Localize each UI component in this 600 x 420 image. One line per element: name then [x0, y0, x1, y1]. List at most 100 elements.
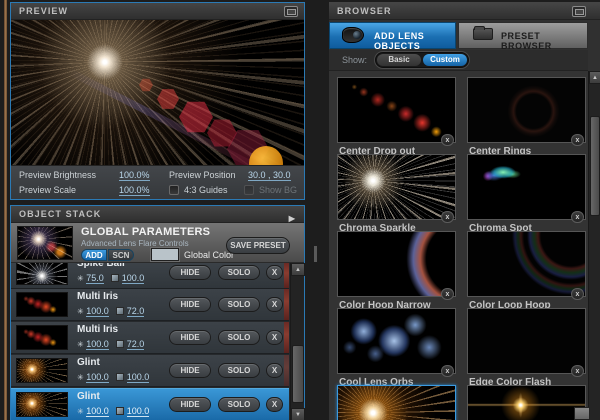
- remove-thumb-button[interactable]: x: [441, 288, 454, 300]
- brightness-value[interactable]: 100.0: [86, 306, 109, 317]
- flare-preview-canvas[interactable]: [11, 20, 304, 165]
- delete-button[interactable]: X: [266, 363, 283, 378]
- delete-button[interactable]: X: [266, 265, 283, 280]
- guides-label: 4:3 Guides: [184, 185, 228, 195]
- host-app-edge: [4, 0, 7, 420]
- remove-thumb-button[interactable]: x: [571, 211, 584, 223]
- stack-row-thumbnail: [16, 358, 68, 383]
- stack-row-name: Multi Iris: [77, 291, 118, 302]
- stack-row[interactable]: Glint ✳ 100.0 100.0 HIDE SOLO X: [11, 355, 289, 387]
- show-custom-button[interactable]: Custom: [423, 54, 467, 66]
- stack-row[interactable]: Multi Iris ✳ 100.0 72.0 HIDE SOLO X: [11, 322, 289, 354]
- scale-icon: [111, 274, 119, 282]
- scn-mode-button[interactable]: SCN: [108, 249, 134, 261]
- hide-button[interactable]: HIDE: [169, 265, 211, 280]
- lens-object-thumbnail[interactable]: x: [337, 231, 456, 297]
- global-parameters-subtitle: Advanced Lens Flare Controls: [81, 239, 189, 248]
- stack-row-values: ✳ 100.0 72.0: [77, 306, 144, 316]
- global-parameters-section: GLOBAL PARAMETERS Advanced Lens Flare Co…: [11, 223, 304, 263]
- remove-thumb-button[interactable]: x: [441, 211, 454, 223]
- browser-scrollbar[interactable]: ▲: [588, 71, 600, 420]
- object-stack-list: Spike Ball ✳ 75.0 100.0 HIDE SOLO X Mult…: [11, 263, 304, 420]
- show-basic-button[interactable]: Basic: [377, 54, 421, 66]
- popout-window-icon[interactable]: [572, 6, 586, 17]
- panel-divider-handle[interactable]: [314, 246, 317, 262]
- lens-object-thumbnail[interactable]: x: [337, 308, 456, 374]
- preview-brightness-value[interactable]: 100.0%: [119, 170, 150, 181]
- brightness-icon: ✳: [77, 373, 84, 382]
- stack-row-thumbnail: [16, 325, 68, 350]
- stack-row-values: ✳ 100.0 72.0: [77, 339, 144, 349]
- solo-button[interactable]: SOLO: [218, 363, 260, 378]
- scale-icon: [116, 307, 124, 315]
- remove-thumb-button[interactable]: x: [441, 365, 454, 377]
- scrollbar-corner[interactable]: [574, 407, 590, 420]
- lens-object-thumbnail[interactable]: [467, 385, 586, 420]
- scale-value[interactable]: 72.0: [127, 306, 145, 317]
- remove-thumb-button[interactable]: x: [571, 365, 584, 377]
- global-color-swatch[interactable]: [151, 248, 179, 261]
- brightness-value[interactable]: 100.0: [86, 406, 109, 417]
- brightness-value[interactable]: 100.0: [86, 372, 109, 383]
- save-preset-button[interactable]: SAVE PRESET: [226, 237, 290, 254]
- stack-scrollbar[interactable]: ▲ ▼: [290, 263, 304, 420]
- remove-thumb-button[interactable]: x: [571, 288, 584, 300]
- tab-label: PRESET BROWSER: [501, 31, 587, 51]
- brightness-value[interactable]: 100.0: [86, 339, 109, 350]
- solo-button[interactable]: SOLO: [218, 297, 260, 312]
- guides-checkbox[interactable]: [169, 185, 179, 195]
- tab-preset-browser[interactable]: PRESET BROWSER: [458, 22, 588, 49]
- scale-value[interactable]: 72.0: [127, 339, 145, 350]
- lens-object-thumbnail[interactable]: x: [337, 154, 456, 220]
- show-bg-checkbox[interactable]: [244, 185, 254, 195]
- brightness-icon: ✳: [77, 274, 84, 283]
- object-stack-header: OBJECT STACK ▶: [11, 206, 304, 223]
- stack-row[interactable]: Multi Iris ✳ 100.0 72.0 HIDE SOLO X: [11, 289, 289, 321]
- stack-row-values: ✳ 75.0 100.0: [77, 273, 144, 283]
- stack-row-selected[interactable]: Glint ✳ 100.0 100.0 HIDE SOLO X: [11, 388, 289, 420]
- lens-object-thumbnail[interactable]: x: [467, 231, 586, 297]
- lens-object-thumbnail[interactable]: x: [467, 154, 586, 220]
- preview-title: PREVIEW: [19, 6, 68, 16]
- add-mode-button[interactable]: ADD: [81, 249, 107, 261]
- scroll-up-icon[interactable]: ▲: [291, 263, 305, 276]
- lens-object-thumbnail[interactable]: x: [467, 77, 586, 143]
- delete-button[interactable]: X: [266, 397, 283, 412]
- delete-button[interactable]: X: [266, 330, 283, 345]
- preview-position-value[interactable]: 30.0 , 30.0: [248, 170, 291, 181]
- scroll-down-icon[interactable]: ▼: [291, 408, 305, 420]
- hide-button[interactable]: HIDE: [169, 397, 211, 412]
- scale-value[interactable]: 100.0: [127, 406, 150, 417]
- lens-object-thumbnail-selected[interactable]: [337, 385, 456, 420]
- hide-button[interactable]: HIDE: [169, 330, 211, 345]
- scroll-up-icon[interactable]: ▲: [589, 71, 600, 84]
- hide-button[interactable]: HIDE: [169, 297, 211, 312]
- solo-button[interactable]: SOLO: [218, 265, 260, 280]
- remove-thumb-button[interactable]: x: [571, 134, 584, 146]
- scale-icon: [116, 407, 124, 415]
- object-stack-title: OBJECT STACK: [19, 209, 101, 219]
- show-filter-row: Show: Basic Custom: [329, 50, 588, 71]
- remove-thumb-button[interactable]: x: [441, 134, 454, 146]
- scale-icon: [116, 340, 124, 348]
- solo-button[interactable]: SOLO: [218, 330, 260, 345]
- tab-add-lens-objects[interactable]: ADD LENS OBJECTS: [329, 22, 456, 49]
- scale-value[interactable]: 100.0: [127, 372, 150, 383]
- lens-objects-grid: x Center Drop out x Center Rings x Chrom…: [329, 71, 588, 420]
- lens-object-thumbnail[interactable]: x: [337, 77, 456, 143]
- brightness-icon: ✳: [77, 307, 84, 316]
- brightness-value[interactable]: 75.0: [86, 273, 104, 284]
- popout-window-icon[interactable]: [284, 6, 298, 17]
- lens-object-thumbnail[interactable]: x: [467, 308, 586, 374]
- stack-row-name: Multi Iris: [77, 324, 118, 335]
- global-flare-thumbnail: [17, 226, 73, 260]
- preview-scale-value[interactable]: 100.0%: [119, 185, 150, 196]
- scrollbar-thumb[interactable]: [292, 345, 304, 403]
- delete-button[interactable]: X: [266, 297, 283, 312]
- scale-value[interactable]: 100.0: [122, 273, 145, 284]
- stack-row[interactable]: Spike Ball ✳ 75.0 100.0 HIDE SOLO X: [11, 263, 289, 289]
- preview-header: PREVIEW: [11, 3, 304, 20]
- scrollbar-thumb[interactable]: [590, 116, 600, 216]
- hide-button[interactable]: HIDE: [169, 363, 211, 378]
- solo-button[interactable]: SOLO: [218, 397, 260, 412]
